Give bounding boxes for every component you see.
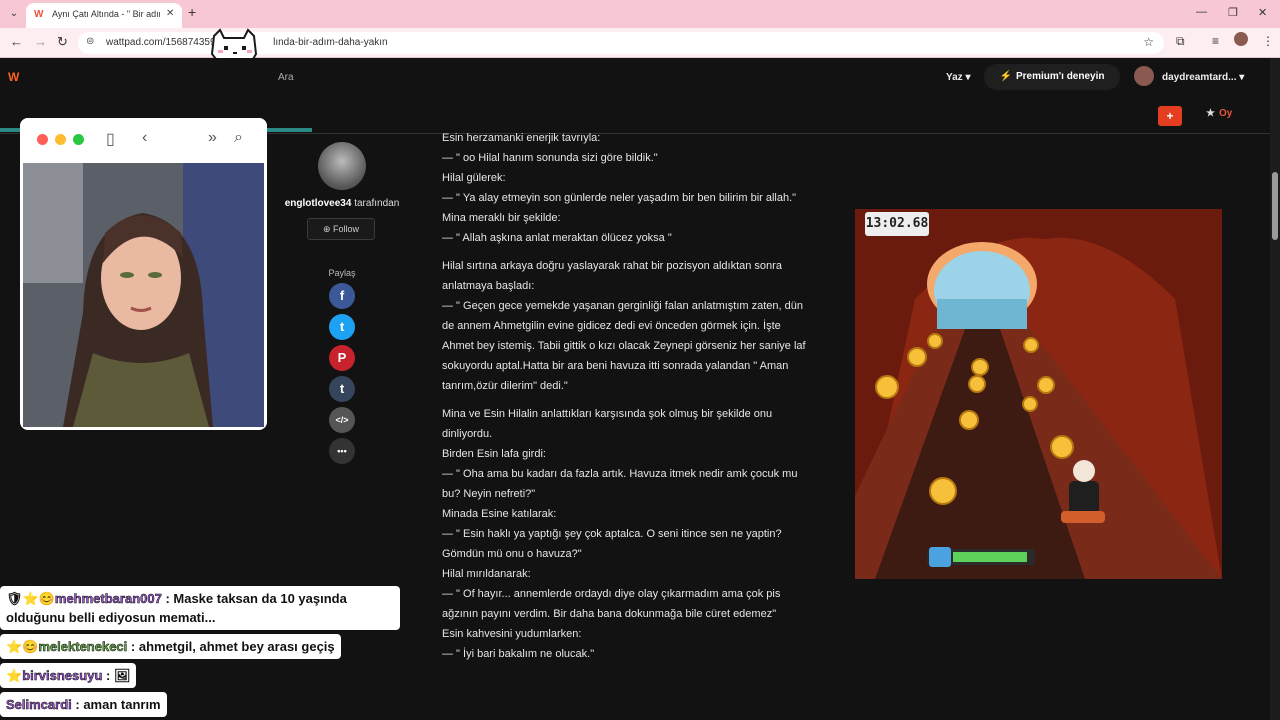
chat-badges: ⭐😊 [6, 639, 39, 654]
story-line: — " Esin haklı ya yaptığı şey çok aptalc… [442, 528, 782, 560]
minimize-icon[interactable]: — [1196, 6, 1207, 18]
story-line: Hilal sırtına arkaya doğru yaslayarak ra… [442, 260, 782, 292]
more-share-icon[interactable]: ••• [329, 438, 355, 464]
browser-tab-bar: ⌄ W Aynı Çatı Altında - " Bir adım da ✕ … [0, 0, 1280, 28]
wattpad-favicon-icon: W [34, 9, 44, 20]
search-icon[interactable]: ⌕ [234, 129, 243, 147]
wattpad-page: W Ara Yaz ▾ ⚡ Premium'ı deneyin daydreamt… [0, 58, 1270, 720]
pinterest-share-icon[interactable]: P [329, 345, 355, 371]
extensions-puzzle-icon[interactable]: ⧉ [1176, 34, 1185, 49]
story-line: — " oo Hilal hanım sonunda sizi göre bil… [442, 152, 658, 164]
story-line: Hilal gülerek: [442, 172, 506, 184]
scrollbar-thumb[interactable] [1272, 172, 1278, 240]
chevron-left-icon[interactable]: ‹ [142, 129, 147, 147]
chat-username: Selimcardi [6, 697, 72, 713]
chat-text: : ahmetgil, ahmet bey arası geçiş [127, 639, 335, 654]
chevron-double-right-icon[interactable]: » [208, 129, 217, 147]
twitter-share-icon[interactable]: t [329, 314, 355, 340]
chat-text: : aman tanrım [71, 697, 161, 712]
author-avatar[interactable] [318, 142, 366, 190]
tab-title: Aynı Çatı Altında - " Bir adım da [52, 9, 160, 19]
tab-close-icon[interactable]: ✕ [166, 8, 174, 19]
story-line: Esin herzamanki enerjik tavrıyla: [442, 132, 601, 144]
page-scrollbar[interactable] [1270, 58, 1280, 720]
story-line: Minada Esine katılarak: [442, 508, 557, 520]
author-byline: englotlovee34 tarafından [284, 198, 400, 209]
share-label: Paylaş [328, 268, 356, 278]
chat-badges: ⭐ [6, 668, 23, 683]
address-bar-row: ← → ↻ ⊜ wattpad.com/1568743592 lında-bir-… [0, 28, 1280, 58]
story-line: — " Of hayır... annemlerde ordaydı diye … [442, 588, 781, 620]
facebook-share-icon[interactable]: f [329, 283, 355, 309]
webcam-window: ▯ ‹ » ⌕ [20, 118, 267, 430]
write-menu-button[interactable]: Yaz ▾ [946, 72, 971, 83]
browser-tab-active[interactable]: W Aynı Çatı Altında - " Bir adım da ✕ [26, 3, 182, 28]
story-line: — " Oha ama bu kadarı da fazla artık. Ha… [442, 468, 798, 500]
chat-username: melektenekeci [38, 639, 128, 655]
top-navigation: W Ara Yaz ▾ ⚡ Premium'ı deneyin daydreamt… [0, 58, 1270, 98]
webcam-titlebar: ▯ ‹ » ⌕ [20, 118, 267, 162]
chat-message-2: ⭐😊melektenekeci : ahmetgil, ahmet bey ar… [0, 634, 341, 659]
chat-message-1: 🛡⭐😊mehmetbaran007 : Maske taksan da 10 y… [0, 586, 400, 630]
minimize-dot-icon[interactable] [55, 134, 66, 145]
tab-search-chevron-icon[interactable]: ⌄ [6, 6, 22, 22]
chat-badges: 🛡⭐😊 [6, 591, 55, 606]
profile-avatar-icon[interactable] [1234, 32, 1248, 46]
wattpad-logo[interactable]: W [8, 70, 19, 84]
back-arrow-icon[interactable]: ← [10, 34, 23, 49]
chat-username: mehmetbaran007 [54, 591, 162, 607]
story-line: Hilal mırıldanarak: [442, 568, 531, 580]
story-paragraph: Esin herzamanki enerjik tavrıyla: — " oo … [442, 128, 808, 248]
story-line: — " Allah aşkına anlat meraktan ölücez y… [442, 232, 672, 244]
embed-share-icon[interactable]: </> [329, 407, 355, 433]
story-line: — " Ya alay etmeyin son günlerde neler y… [442, 192, 797, 204]
story-line: Mina ve Esin Hilalin anlattıkları karşıs… [442, 408, 773, 440]
user-menu[interactable]: daydreamtard... ▾ [1162, 72, 1244, 83]
story-paragraph: Mina ve Esin Hilalin anlattıkları karşıs… [442, 404, 808, 664]
new-tab-icon[interactable]: + [188, 4, 196, 20]
site-info-icon[interactable]: ⊜ [86, 36, 94, 47]
story-line: Esin kahvesini yudumlarken: [442, 628, 582, 640]
gameplay-video: 13:02.68 [855, 209, 1222, 579]
story-paragraph: Hilal sırtına arkaya doğru yaslayarak ra… [442, 256, 808, 396]
chat-message-3: ⭐birvisnesuyu : 🖼 [0, 663, 137, 688]
lightning-icon: ⚡ [999, 71, 1012, 82]
premium-button[interactable]: ⚡ Premium'ı deneyin [984, 64, 1120, 90]
game-timer: 13:02.68 [865, 212, 929, 236]
story-line: — " İyi bari bakalım ne olucak." [442, 648, 595, 660]
subway-tunnel-scene [855, 209, 1222, 579]
story-line: Birden Esin lafa girdi: [442, 448, 546, 460]
sidebar-toggle-icon[interactable]: ▯ [106, 129, 115, 149]
reading-list-icon[interactable]: ≡ [1212, 34, 1219, 48]
close-dot-icon[interactable] [37, 134, 48, 145]
star-icon: ★ [1206, 108, 1215, 119]
user-avatar[interactable] [1134, 66, 1154, 86]
webcam-feed [23, 163, 264, 427]
tumblr-share-icon[interactable]: t [329, 376, 355, 402]
maximize-icon[interactable]: ❐ [1228, 6, 1238, 19]
story-line: — " Geçen gece yemekde yaşanan gerginliğ… [442, 300, 806, 392]
browser-menu-icon[interactable]: ⋮ [1262, 34, 1274, 48]
author-name[interactable]: englotlovee34 [285, 198, 352, 209]
forward-arrow-icon[interactable]: → [34, 34, 47, 49]
zoom-dot-icon[interactable] [73, 134, 84, 145]
bookmark-star-icon[interactable]: ☆ [1143, 35, 1154, 49]
add-to-library-button[interactable]: + [1158, 106, 1182, 126]
search-input[interactable]: Ara [278, 72, 294, 83]
story-line: Mina meraklı bir şekilde: [442, 212, 561, 224]
streamer-video [23, 163, 264, 427]
chat-text: : 🖼 [102, 668, 131, 683]
chat-message-4: Selimcardi : aman tanrım [0, 692, 167, 717]
story-text: Esin herzamanki enerjik tavrıyla: — " oo … [442, 128, 808, 672]
window-close-icon[interactable]: ✕ [1258, 6, 1267, 19]
follow-button[interactable]: ⊕ Follow [307, 218, 375, 240]
reload-icon[interactable]: ↻ [57, 34, 68, 50]
vote-button[interactable]: ★ Oy [1206, 108, 1232, 119]
chat-username: birvisnesuyu [22, 668, 103, 684]
